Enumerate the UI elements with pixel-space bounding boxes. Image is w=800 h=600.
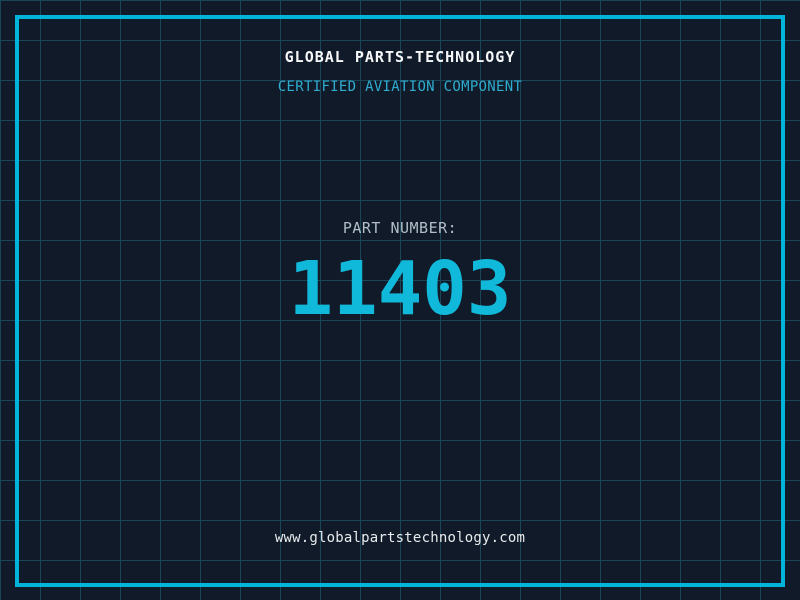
part-number-value: 11403 (288, 246, 512, 332)
part-number-label: PART NUMBER: (342, 219, 458, 237)
website-url: www.globalpartstechnology.com (274, 530, 526, 546)
company-title: GLOBAL PARTS-TECHNOLOGY (284, 48, 516, 66)
certification-subtitle: CERTIFIED AVIATION COMPONENT (277, 79, 523, 95)
certificate-panel: GLOBAL PARTS-TECHNOLOGY CERTIFIED AVIATI… (0, 0, 800, 600)
